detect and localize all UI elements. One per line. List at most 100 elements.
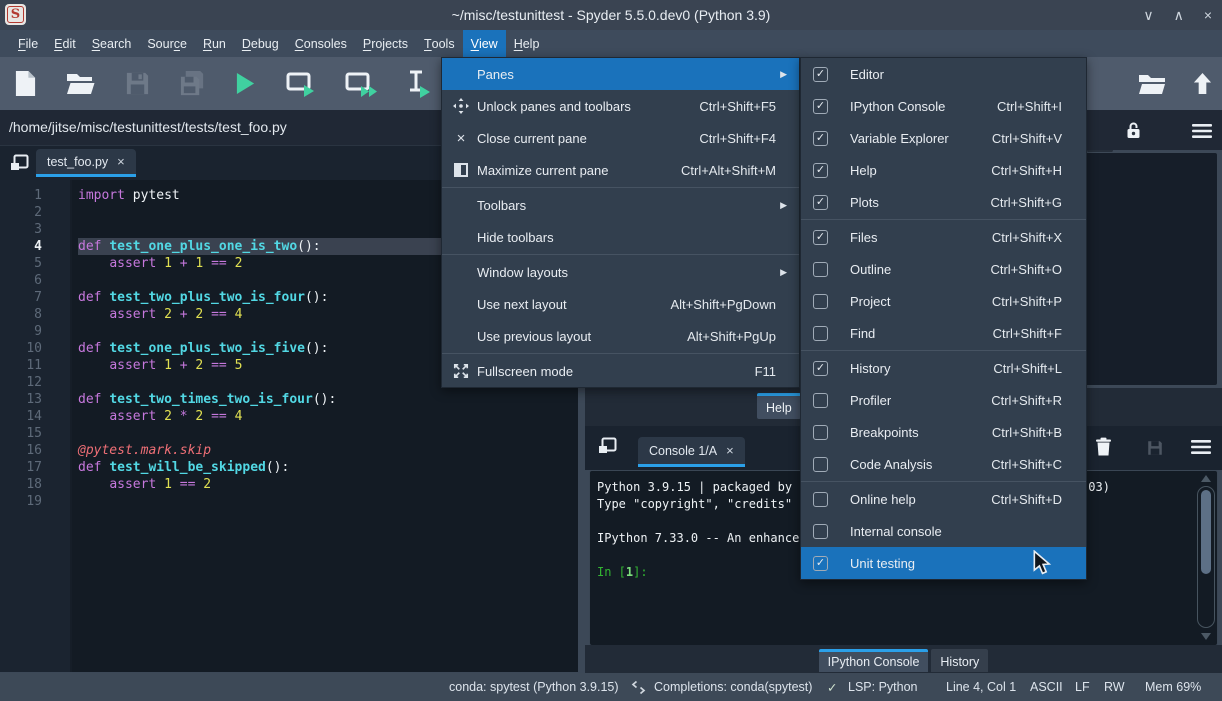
status-cursor-position: Line 4, Col 1 <box>946 673 1016 701</box>
panes-submenu-item-history[interactable]: ✓HistoryCtrl+Shift+L <box>801 352 1086 384</box>
browse-tabs-icon[interactable] <box>598 437 617 459</box>
panes-submenu-item-files[interactable]: ✓FilesCtrl+Shift+X <box>801 221 1086 253</box>
save-icon[interactable] <box>1147 440 1163 461</box>
view-menu-item-use-next-layout[interactable]: Use next layoutAlt+Shift+PgDown <box>442 288 799 320</box>
menubar-item-help[interactable]: Help <box>506 30 548 57</box>
menubar-item-search[interactable]: Search <box>84 30 140 57</box>
panes-submenu-item-editor[interactable]: ✓Editor <box>801 58 1086 90</box>
close-icon[interactable]: × <box>726 443 734 458</box>
menu-item-shortcut: Ctrl+Shift+P <box>992 294 1074 309</box>
status-env[interactable]: conda: spytest (Python 3.9.15) <box>449 673 619 701</box>
panes-submenu-item-find[interactable]: FindCtrl+Shift+F <box>801 317 1086 349</box>
code-line-18[interactable]: assert 1 == 2 <box>78 476 578 493</box>
panes-submenu-item-variable-explorer[interactable]: ✓Variable ExplorerCtrl+Shift+V <box>801 122 1086 154</box>
close-button[interactable]: × <box>1204 7 1212 23</box>
view-menu-item-maximize-current-pane[interactable]: Maximize current paneCtrl+Alt+Shift+M <box>442 154 799 186</box>
run-cell-button[interactable] <box>285 69 315 98</box>
tab-history[interactable]: History <box>931 649 988 672</box>
menu-item-label: Code Analysis <box>850 457 932 472</box>
checkbox-unchecked-icon <box>813 524 828 539</box>
save-all-button[interactable] <box>179 70 206 97</box>
scroll-down-arrow-icon[interactable] <box>1201 633 1211 640</box>
menu-item-label: Project <box>850 294 890 309</box>
panes-submenu-item-project[interactable]: Project Ctrl+Shift+P <box>801 285 1086 317</box>
new-file-button[interactable] <box>14 70 37 97</box>
menu-item-shortcut: F11 <box>755 364 789 379</box>
menu-item-label: Editor <box>850 67 884 82</box>
hamburger-menu-icon[interactable] <box>1192 124 1212 143</box>
open-file-button[interactable] <box>66 72 96 96</box>
panes-submenu-item-plots[interactable]: ✓PlotsCtrl+Shift+G <box>801 186 1086 218</box>
code-line-17[interactable]: def test_will_be_skipped(): <box>78 459 578 476</box>
menubar-item-run[interactable]: Run <box>195 30 234 57</box>
run-button[interactable] <box>235 71 256 96</box>
menubar-item-view[interactable]: View <box>463 30 506 57</box>
scrollbar-thumb[interactable] <box>1201 490 1211 574</box>
go-up-button[interactable] <box>1192 57 1213 110</box>
panes-submenu-item-breakpoints[interactable]: BreakpointsCtrl+Shift+B <box>801 416 1086 448</box>
menu-item-label: Profiler <box>850 393 891 408</box>
panes-submenu-item-ipython-console[interactable]: ✓IPython ConsoleCtrl+Shift+I <box>801 90 1086 122</box>
panes-submenu-item-profiler[interactable]: ProfilerCtrl+Shift+R <box>801 384 1086 416</box>
view-menu-item-toolbars[interactable]: Toolbars▶ <box>442 189 799 221</box>
tab-ipython-console[interactable]: IPython Console <box>819 649 929 672</box>
trash-icon[interactable] <box>1095 437 1112 461</box>
line-number: 12 <box>0 374 42 391</box>
menu-item-label: Close current pane <box>477 131 587 146</box>
menubar-item-projects[interactable]: Projects <box>355 30 416 57</box>
view-menu-item-close-current-pane[interactable]: ×Close current paneCtrl+Shift+F4 <box>442 122 799 154</box>
close-icon[interactable]: × <box>117 154 125 169</box>
hamburger-menu-icon[interactable] <box>1191 440 1211 459</box>
code-line-14[interactable]: assert 2 * 2 == 4 <box>78 408 578 425</box>
tab-help[interactable]: Help <box>757 393 801 419</box>
checkbox-checked-icon: ✓ <box>813 361 828 376</box>
line-number: 11 <box>0 357 42 374</box>
status-completions[interactable]: Completions: conda(spytest) <box>654 673 812 701</box>
panes-submenu-item-outline[interactable]: OutlineCtrl+Shift+O <box>801 253 1086 285</box>
panes-submenu: ✓Editor✓IPython ConsoleCtrl+Shift+I✓Vari… <box>800 57 1087 580</box>
panes-submenu-item-online-help[interactable]: Online helpCtrl+Shift+D <box>801 483 1086 515</box>
line-number: 16 <box>0 442 42 459</box>
run-cell-advance-button[interactable] <box>344 69 377 98</box>
maximize-button[interactable]: ∧ <box>1174 7 1184 24</box>
browse-directory-button[interactable] <box>1138 57 1166 110</box>
menubar-item-source[interactable]: Source <box>139 30 195 57</box>
menu-item-label: Outline <box>850 262 891 277</box>
run-selection-button[interactable] <box>406 69 432 98</box>
status-lsp[interactable]: LSP: Python <box>848 673 918 701</box>
panes-submenu-item-help[interactable]: ✓HelpCtrl+Shift+H <box>801 154 1086 186</box>
panes-submenu-item-code-analysis[interactable]: Code AnalysisCtrl+Shift+C <box>801 448 1086 480</box>
code-line-19[interactable] <box>78 493 578 510</box>
menu-item-label: Window layouts <box>477 265 568 280</box>
view-menu-item-unlock-panes-and-toolbars[interactable]: Unlock panes and toolbarsCtrl+Shift+F5 <box>442 90 799 122</box>
menubar-item-debug[interactable]: Debug <box>234 30 287 57</box>
menubar-item-consoles[interactable]: Consoles <box>287 30 355 57</box>
panes-submenu-item-internal-console[interactable]: Internal console <box>801 515 1086 547</box>
view-menu: Panes▶Unlock panes and toolbarsCtrl+Shif… <box>441 57 800 388</box>
view-menu-item-fullscreen-mode[interactable]: Fullscreen modeF11 <box>442 355 799 387</box>
editor-tab[interactable]: test_foo.py × <box>36 149 136 177</box>
code-line-16[interactable]: @pytest.mark.skip <box>78 442 578 459</box>
menubar-item-file[interactable]: File <box>10 30 46 57</box>
view-menu-item-hide-toolbars[interactable]: Hide toolbars <box>442 221 799 253</box>
line-number-gutter: 12345678910111213141516171819 <box>0 180 72 672</box>
view-menu-item-use-previous-layout[interactable]: Use previous layoutAlt+Shift+PgUp <box>442 320 799 352</box>
code-line-15[interactable] <box>78 425 578 442</box>
menubar-item-edit[interactable]: Edit <box>46 30 84 57</box>
lock-icon[interactable] <box>1126 121 1141 144</box>
submenu-arrow-icon: ▶ <box>780 200 789 211</box>
status-memory[interactable]: Mem 69% <box>1145 673 1201 701</box>
code-line-13[interactable]: def test_two_times_two_is_four(): <box>78 391 578 408</box>
browse-tabs-icon[interactable] <box>10 154 29 176</box>
menu-item-label: Help <box>850 163 877 178</box>
view-menu-item-panes[interactable]: Panes▶ <box>442 58 799 90</box>
menubar-item-tools[interactable]: Tools <box>416 30 463 57</box>
scroll-up-arrow-icon[interactable] <box>1201 475 1211 482</box>
save-button[interactable] <box>125 71 150 96</box>
minimize-button[interactable]: ∨ <box>1143 7 1153 24</box>
menu-item-label: Find <box>850 326 875 341</box>
menu-item-shortcut: Ctrl+Shift+X <box>992 230 1074 245</box>
console-tab[interactable]: Console 1/A × <box>638 437 745 467</box>
status-encoding: ASCII <box>1030 673 1063 701</box>
view-menu-item-window-layouts[interactable]: Window layouts▶ <box>442 256 799 288</box>
